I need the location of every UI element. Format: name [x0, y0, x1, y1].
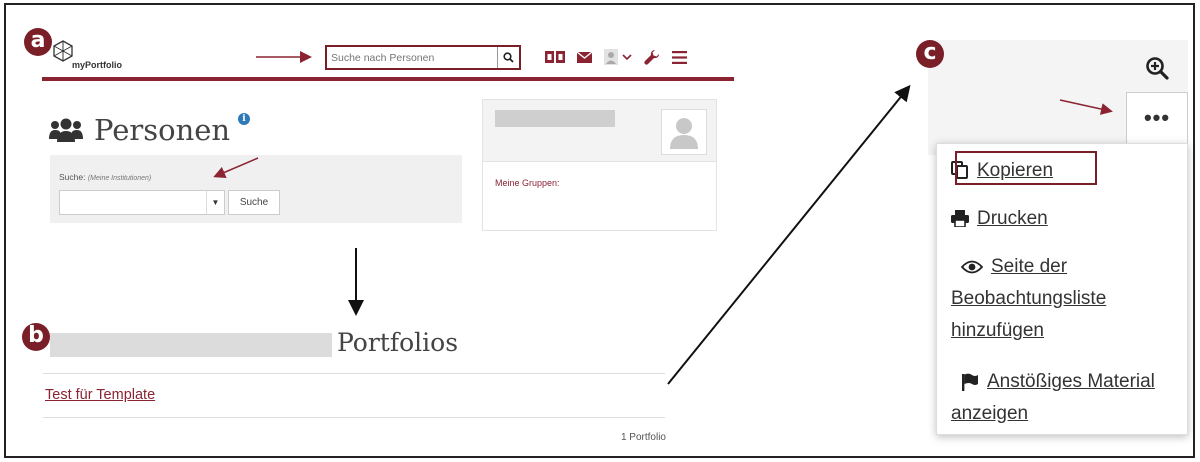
avatar[interactable]: [661, 109, 707, 155]
search-button[interactable]: [497, 47, 519, 68]
more-options-button[interactable]: •••: [1126, 92, 1188, 144]
chevron-down-icon: [622, 53, 632, 60]
user-avatar-icon: [604, 49, 618, 65]
mail-button[interactable]: [577, 46, 592, 68]
user-menu-button[interactable]: [604, 46, 632, 68]
users-icon: [49, 118, 83, 142]
search-select[interactable]: ▼: [59, 190, 225, 215]
more-options-menu: Kopieren Drucken Seite der Beobachtungsl…: [936, 143, 1188, 435]
people-search-box: [325, 45, 521, 70]
collections-icon: [545, 51, 565, 63]
print-icon: [951, 210, 969, 228]
personen-heading: Personen: [48, 112, 230, 148]
search-label-text: Suche:: [59, 172, 86, 182]
menu-item-label: Drucken: [977, 208, 1048, 229]
admin-settings-button[interactable]: [644, 46, 660, 68]
portfolio-count: 1 Portfolio: [620, 432, 666, 443]
profile-header: [483, 100, 716, 162]
badge-a: a: [24, 28, 52, 56]
list-bottom-divider: [43, 417, 665, 418]
info-icon[interactable]: i: [238, 113, 250, 125]
kopieren-highlight: [955, 151, 1097, 185]
menu-item-report[interactable]: Anstößiges Material anzeigen: [951, 366, 1181, 430]
badge-c: c: [916, 40, 944, 68]
menu-item-watchlist[interactable]: Seite der Beobachtungsliste hinzufügen: [951, 251, 1181, 347]
header-icon-bar: [545, 46, 687, 68]
caret-down-icon: ▼: [206, 191, 224, 214]
redacted-owner-name: [50, 333, 332, 357]
portfolios-title: Portfolios: [337, 328, 459, 357]
search-icon: [503, 52, 514, 63]
portfolio-link[interactable]: Test für Template: [45, 387, 155, 403]
zoom-button[interactable]: [1130, 48, 1184, 88]
suche-button[interactable]: Suche: [228, 190, 280, 215]
logo-icon: [53, 40, 73, 62]
list-top-divider: [43, 373, 665, 374]
zoom-in-icon: [1146, 57, 1169, 80]
collections-button[interactable]: [545, 46, 565, 68]
envelope-icon: [577, 51, 592, 63]
menu-item-drucken[interactable]: Drucken: [951, 203, 1048, 234]
search-scope-text: (Meine Institutionen): [87, 175, 152, 182]
header-divider: [42, 77, 734, 81]
people-search-panel: Suche: (Meine Institutionen) ▼ Suche: [50, 155, 462, 223]
main-menu-button[interactable]: [672, 46, 687, 68]
myportfolio-logo[interactable]: myPortfolio: [52, 40, 142, 74]
menu-item-label: Anstößiges Material anzeigen: [951, 371, 1155, 424]
hamburger-icon: [672, 50, 687, 64]
eye-icon: [961, 260, 983, 274]
search-label: Suche: (Meine Institutionen): [59, 172, 151, 182]
logo-text: myPortfolio: [72, 60, 123, 70]
avatar-icon: [670, 118, 698, 149]
page-title: Personen: [94, 113, 231, 147]
redacted-name: [495, 110, 615, 127]
portfolios-heading: Portfolios: [50, 327, 670, 363]
badge-b: b: [22, 323, 50, 351]
people-search-input[interactable]: [331, 49, 491, 66]
my-groups-label: Meine Gruppen:: [495, 178, 560, 188]
flag-icon: [962, 373, 978, 391]
profile-sidebar-card: Meine Gruppen:: [482, 99, 717, 231]
wrench-icon: [644, 49, 660, 65]
